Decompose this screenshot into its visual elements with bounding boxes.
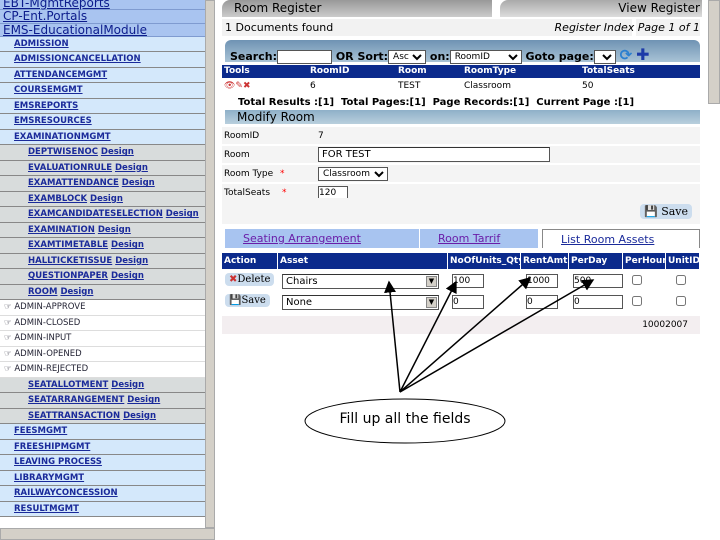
annotation-arrows xyxy=(304,277,595,444)
arrow-asset xyxy=(384,280,401,393)
callout-text: Fill up all the fields xyxy=(339,411,471,427)
arrow-rent xyxy=(399,277,532,393)
